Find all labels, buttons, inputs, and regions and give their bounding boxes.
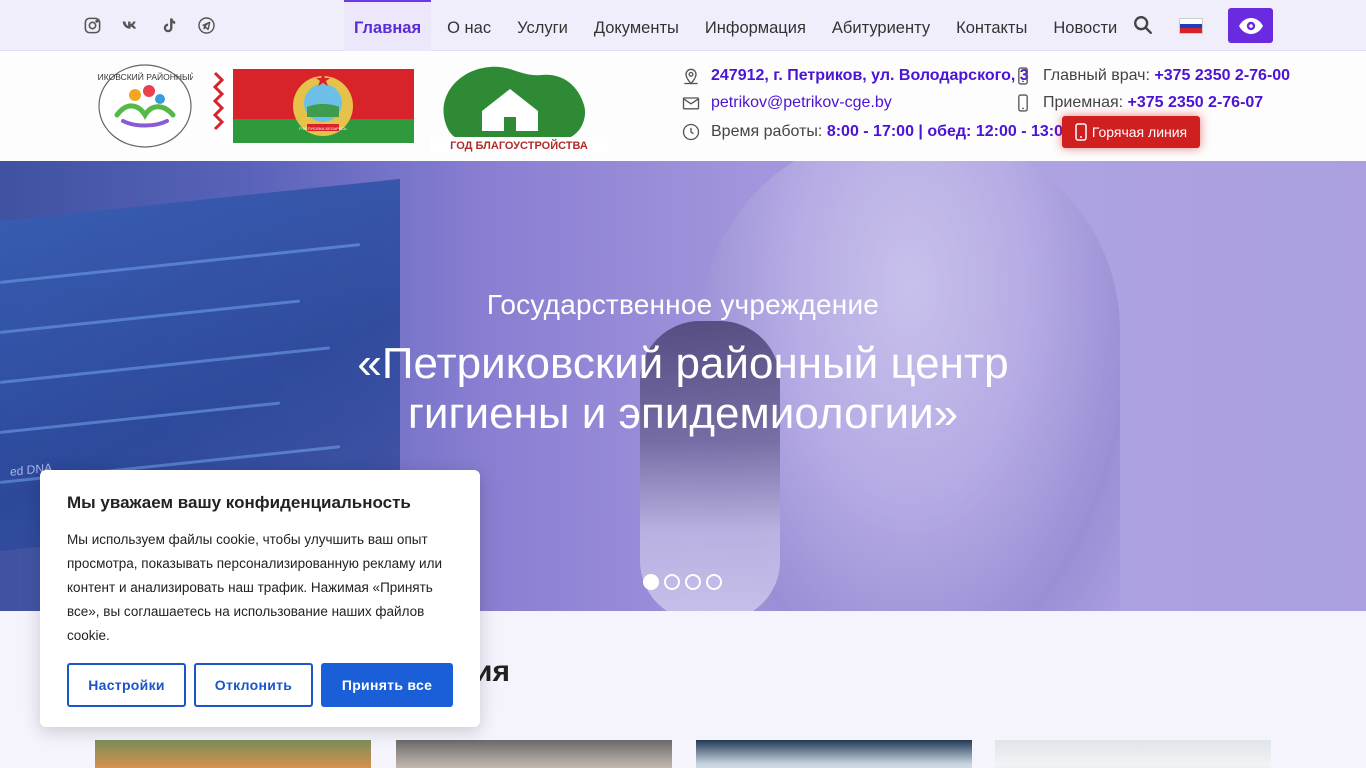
cookie-consent-dialog: Мы уважаем вашу конфиденциальность Мы ис… bbox=[40, 470, 480, 727]
working-hours-row: Время работы: 8:00 - 17:00 | обед: 12:00… bbox=[680, 121, 1072, 143]
hero-subtitle: Государственное учреждение bbox=[486, 289, 880, 320]
slider-dot-3[interactable] bbox=[685, 574, 701, 590]
hotline-label: Горячая линия bbox=[1091, 124, 1188, 140]
language-flag-icon[interactable] bbox=[1179, 18, 1203, 34]
hero-title-line-1: «Петриковский районный центр bbox=[357, 339, 1009, 388]
emblem-text: РЭСПУБЛІКА БЕЛАРУСЬ bbox=[299, 126, 347, 131]
main-menu: Главная О нас Услуги Документы Информаци… bbox=[344, 0, 1127, 51]
news-card-image-4[interactable] bbox=[995, 740, 1271, 768]
reception-label: Приемная: bbox=[1043, 94, 1124, 111]
nav-item-information[interactable]: Информация bbox=[695, 0, 816, 51]
phone-icon bbox=[1075, 123, 1087, 141]
nav-item-applicants[interactable]: Абитуриенту bbox=[822, 0, 940, 51]
search-icon[interactable] bbox=[1132, 14, 1154, 36]
slider-dot-1[interactable] bbox=[643, 574, 659, 590]
nav-item-about[interactable]: О нас bbox=[437, 0, 501, 51]
clock-icon bbox=[680, 121, 702, 143]
chief-doctor-row: Главный врач: +375 2350 2-76-00 bbox=[1012, 65, 1290, 87]
news-card-image-3[interactable] bbox=[696, 740, 972, 768]
slider-dot-4[interactable] bbox=[706, 574, 722, 590]
address-text[interactable]: 247912, г. Петриков, ул. Володарского, 3 bbox=[711, 67, 1029, 85]
accessibility-eye-button[interactable] bbox=[1228, 8, 1273, 43]
ces-logo[interactable]: ПЕТРИКОВСКИЙ РАЙОННЫЙ ЦГЭ bbox=[75, 63, 215, 149]
tiktok-icon[interactable] bbox=[158, 15, 178, 35]
reception-phone[interactable]: +375 2350 2-76-07 bbox=[1128, 94, 1264, 112]
envelope-icon bbox=[680, 92, 702, 114]
year-of-improvement-logo: 2025 ГОД БЛАГОУСТРОЙСТВА bbox=[430, 61, 608, 153]
news-card-image-1[interactable] bbox=[95, 740, 371, 768]
slider-dots bbox=[643, 574, 722, 590]
chief-doctor-phone[interactable]: +375 2350 2-76-00 bbox=[1154, 67, 1290, 85]
mobile-phone-icon bbox=[1012, 65, 1034, 87]
nav-item-services[interactable]: Услуги bbox=[507, 0, 578, 51]
news-card-image-2[interactable] bbox=[396, 740, 672, 768]
ces-logo-text: ПЕТРИКОВСКИЙ РАЙОННЫЙ ЦГЭ bbox=[97, 71, 193, 82]
cookie-decline-button[interactable]: Отклонить bbox=[194, 663, 313, 707]
cookie-text: Мы используем файлы cookie, чтобы улучши… bbox=[67, 532, 443, 643]
hours-value: 8:00 - 17:00 | обед: 12:00 - 13:00 bbox=[826, 123, 1072, 140]
hotline-button[interactable]: Горячая линия bbox=[1062, 116, 1200, 148]
vk-icon[interactable] bbox=[120, 15, 140, 35]
location-pin-icon bbox=[680, 65, 702, 87]
hero-title: «Петриковский районный центр гигиены и э… bbox=[0, 339, 1366, 439]
year-number: 2025 bbox=[522, 76, 546, 88]
cookie-settings-button[interactable]: Настройки bbox=[67, 663, 186, 707]
cookie-accept-button[interactable]: Принять все bbox=[321, 663, 453, 707]
belarus-emblem: РЭСПУБЛІКА БЕЛАРУСЬ bbox=[211, 69, 414, 143]
eye-icon bbox=[1238, 17, 1263, 34]
nav-item-documents[interactable]: Документы bbox=[584, 0, 689, 51]
mobile-phone-icon bbox=[1012, 92, 1034, 114]
telegram-icon[interactable] bbox=[196, 15, 216, 35]
address-row: 247912, г. Петриков, ул. Володарского, 3 bbox=[680, 65, 1029, 87]
nav-item-contacts[interactable]: Контакты bbox=[946, 0, 1037, 51]
site-header: ПЕТРИКОВСКИЙ РАЙОННЫЙ ЦГЭ РЭСПУБЛІКА БЕЛ… bbox=[0, 51, 1366, 161]
year-text: ГОД БЛАГОУСТРОЙСТВА bbox=[450, 139, 588, 152]
top-navigation-bar: Главная О нас Услуги Документы Информаци… bbox=[0, 0, 1366, 51]
nav-item-news[interactable]: Новости bbox=[1043, 0, 1127, 51]
email-link[interactable]: petrikov@petrikov-cge.by bbox=[711, 94, 892, 112]
cookie-title: Мы уважаем вашу конфиденциальность bbox=[67, 493, 411, 512]
hours-label: Время работы: bbox=[711, 123, 823, 140]
social-links bbox=[82, 15, 216, 35]
slider-dot-2[interactable] bbox=[664, 574, 680, 590]
instagram-icon[interactable] bbox=[82, 15, 102, 35]
hero-title-line-2: гигиены и эпидемиологии» bbox=[407, 389, 959, 438]
nav-item-home[interactable]: Главная bbox=[344, 0, 432, 51]
chief-doctor-label: Главный врач: bbox=[1043, 67, 1150, 84]
email-row: petrikov@petrikov-cge.by bbox=[680, 92, 892, 114]
reception-row: Приемная: +375 2350 2-76-07 bbox=[1012, 92, 1263, 114]
